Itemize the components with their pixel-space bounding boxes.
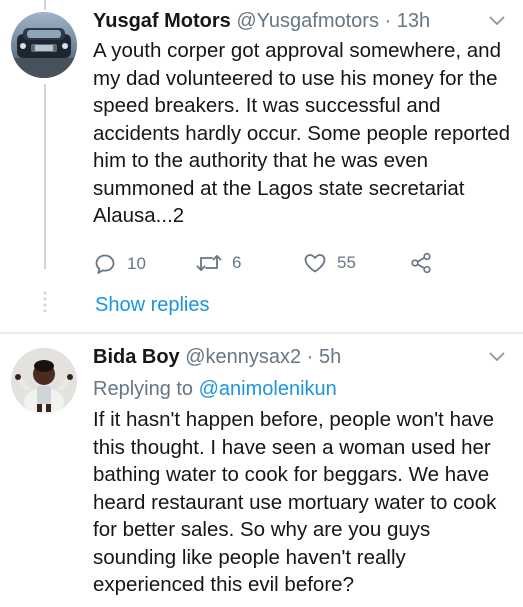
author-name[interactable]: Yusgaf Motors [93, 10, 231, 32]
like-count: 55 [337, 253, 356, 272]
heart-icon [304, 254, 326, 273]
replying-to-handle[interactable]: @animolenikun [199, 378, 337, 400]
thread-line-top [44, 0, 46, 10]
meta-separator: · [306, 346, 314, 368]
meta-separator: · [384, 10, 392, 32]
retweet-button[interactable]: 6 [196, 252, 241, 274]
chevron-down-icon[interactable] [489, 16, 505, 26]
tweet-time[interactable]: 5h [319, 346, 341, 368]
tweet-divider [0, 332, 523, 334]
replying-to-label: Replying to [93, 378, 194, 400]
like-button[interactable]: 55 [303, 252, 356, 274]
tweet-time[interactable]: 13h [397, 10, 430, 32]
tweet-header: Yusgaf Motors @Yusgafmotors · 13h [93, 8, 430, 34]
retweet-icon [196, 255, 222, 271]
author-name[interactable]: Bida Boy [93, 346, 180, 368]
show-replies-link[interactable]: Show replies [95, 292, 210, 318]
tweet-header: Bida Boy @kennysax2 · 5h [93, 344, 341, 370]
tweet-actions: 10 6 55 [0, 252, 523, 278]
tweet-text: If it hasn't happen before, people won't… [93, 408, 497, 596]
author-handle[interactable]: @kennysax2 [185, 346, 301, 368]
comment-icon [95, 254, 115, 274]
reply-button[interactable]: 10 [93, 252, 146, 276]
chevron-down-icon[interactable] [489, 352, 505, 362]
replying-to: Replying to @animolenikun [93, 376, 337, 402]
share-button[interactable] [410, 252, 432, 274]
share-icon [411, 252, 431, 274]
avatar-bida-boy[interactable] [11, 348, 77, 414]
tweet-text: A youth corper got approval somewhere, a… [93, 39, 511, 227]
author-handle[interactable]: @Yusgafmotors [236, 10, 379, 32]
avatar-yusgaf[interactable] [11, 12, 77, 78]
thread-dots [43, 290, 47, 312]
reply-count: 10 [127, 254, 146, 273]
thread-line [44, 84, 46, 269]
tweet-yusgaf[interactable]: Yusgaf Motors @Yusgafmotors · 13h A yout… [0, 0, 523, 333]
retweet-count: 6 [232, 253, 242, 272]
